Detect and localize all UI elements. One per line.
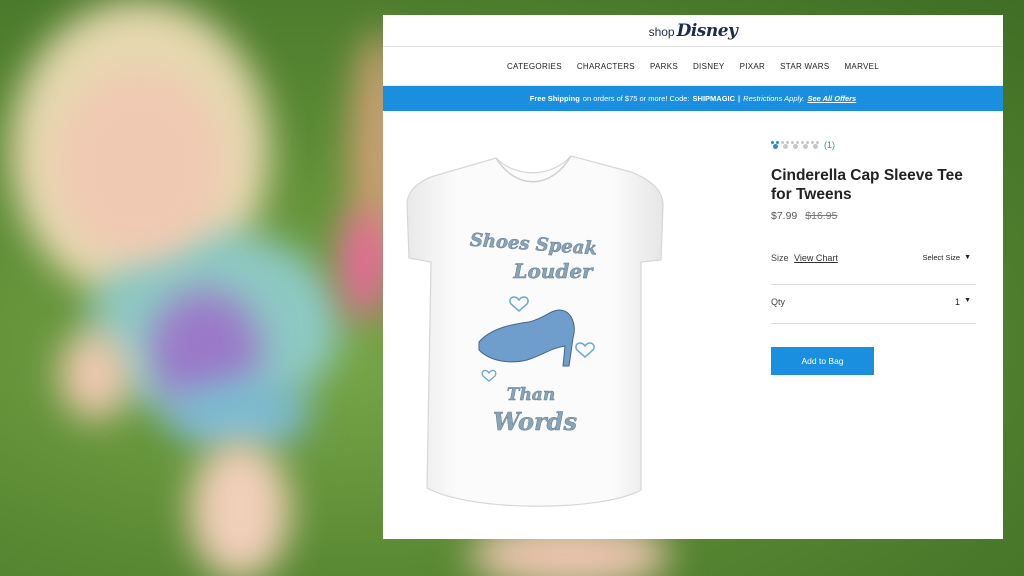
size-select-value: Select Size bbox=[922, 253, 961, 262]
product-details: (1) Cinderella Cap Sleeve Tee for Tweens… bbox=[771, 138, 976, 375]
rating-count[interactable]: (1) bbox=[824, 140, 835, 150]
shirt-text-line-2: Louder bbox=[512, 259, 594, 283]
add-to-bag-button[interactable]: Add to Bag bbox=[771, 347, 874, 375]
background-blur-legs bbox=[190, 440, 290, 576]
caret-down-icon: ▼ bbox=[964, 297, 971, 304]
qty-value: 1 bbox=[955, 297, 961, 307]
caret-down-icon: ▼ bbox=[964, 254, 971, 261]
promo-banner: Free Shipping on orders of $75 or more! … bbox=[383, 86, 1003, 111]
qty-label: Qty bbox=[771, 297, 786, 307]
product-rating[interactable]: (1) bbox=[771, 138, 976, 152]
header: shop Disney bbox=[383, 15, 1003, 47]
promo-code: SHIPMAGIC bbox=[692, 94, 736, 103]
qty-select[interactable]: 1 ▼ bbox=[955, 297, 976, 307]
sale-price: $7.99 bbox=[771, 210, 798, 222]
nav-disney[interactable]: DISNEY bbox=[685, 62, 732, 71]
mickey-head-icon bbox=[791, 141, 799, 149]
main-nav: CATEGORIES CHARACTERS PARKS DISNEY PIXAR… bbox=[383, 47, 1003, 86]
promo-restrictions: Restrictions Apply. bbox=[743, 94, 805, 103]
mickey-head-icon bbox=[781, 141, 789, 149]
mickey-head-icon bbox=[801, 141, 809, 149]
product-title: Cinderella Cap Sleeve Tee for Tweens bbox=[771, 167, 963, 203]
qty-row: Qty 1 ▼ bbox=[771, 297, 976, 324]
nav-parks[interactable]: PARKS bbox=[642, 62, 685, 71]
size-label: Size View Chart bbox=[771, 253, 838, 263]
background-blur-face bbox=[55, 70, 225, 260]
background-blur-arm bbox=[60, 330, 130, 420]
nav-categories[interactable]: CATEGORIES bbox=[499, 62, 569, 71]
product-page: shop Disney CATEGORIES CHARACTERS PARKS … bbox=[383, 15, 1003, 539]
promo-text: on orders of $75 or more! Code: bbox=[582, 94, 690, 103]
view-chart-link[interactable]: View Chart bbox=[794, 253, 838, 263]
size-row: Size View Chart Select Size ▼ bbox=[771, 253, 976, 285]
nav-pixar[interactable]: PIXAR bbox=[732, 62, 773, 71]
shirt-text-line-3: Than bbox=[507, 385, 555, 405]
size-select[interactable]: Select Size ▼ bbox=[923, 253, 976, 262]
mickey-head-icon bbox=[811, 141, 819, 149]
mickey-head-icon bbox=[771, 141, 779, 149]
nav-marvel[interactable]: MARVEL bbox=[837, 62, 887, 71]
nav-star-wars[interactable]: STAR WARS bbox=[773, 62, 837, 71]
promo-separator: | bbox=[738, 94, 741, 103]
shopdisney-logo[interactable]: shop Disney bbox=[649, 21, 738, 41]
nav-characters[interactable]: CHARACTERS bbox=[569, 62, 642, 71]
price-row: $7.99 $16.95 bbox=[771, 210, 976, 222]
see-all-offers-link[interactable]: See All Offers bbox=[807, 94, 856, 103]
product-image[interactable]: Shoes Speak Louder Than Words bbox=[401, 150, 667, 520]
original-price: $16.95 bbox=[805, 210, 838, 222]
logo-disney-text: Disney bbox=[676, 20, 738, 41]
logo-shop-text: shop bbox=[648, 24, 675, 39]
shirt-text-line-4: Words bbox=[493, 407, 577, 436]
promo-free-shipping: Free Shipping bbox=[529, 94, 580, 103]
